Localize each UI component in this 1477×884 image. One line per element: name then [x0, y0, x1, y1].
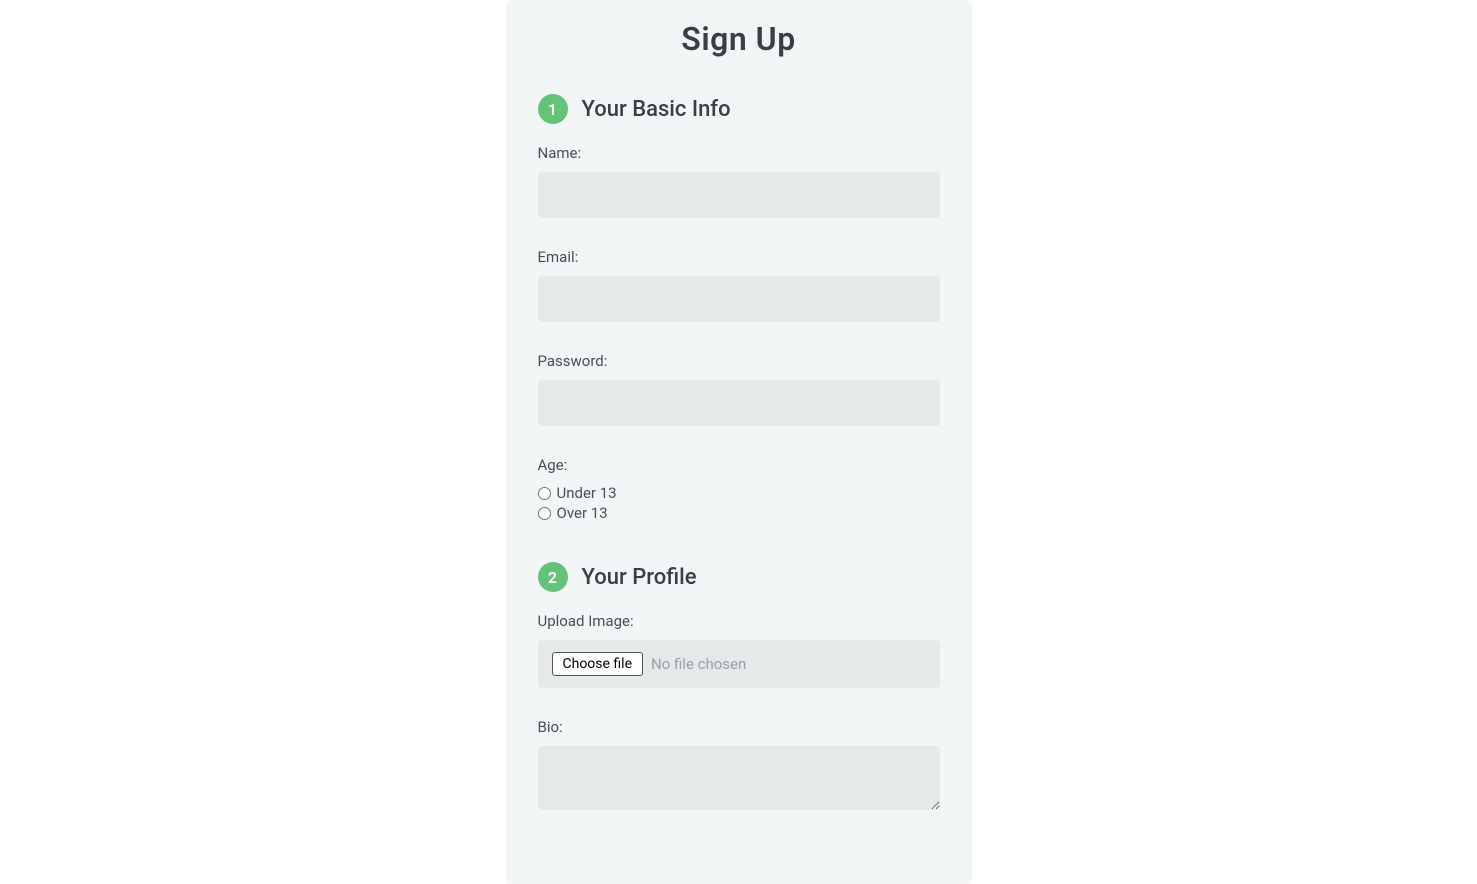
bio-label: Bio: [538, 718, 940, 736]
age-over-radio[interactable] [538, 507, 551, 520]
age-under-row: Under 13 [538, 484, 940, 502]
email-label: Email: [538, 248, 940, 266]
bio-field-group: Bio: [538, 718, 940, 814]
email-input[interactable] [538, 276, 940, 322]
age-field-group: Age: Under 13 Over 13 [538, 456, 940, 522]
choose-file-button[interactable]: Choose file [552, 652, 644, 676]
name-label: Name: [538, 144, 940, 162]
section-profile-header: 2 Your Profile [538, 562, 940, 592]
password-label: Password: [538, 352, 940, 370]
section-basic-header: 1 Your Basic Info [538, 94, 940, 124]
file-status-text: No file chosen [651, 655, 746, 673]
name-field-group: Name: [538, 144, 940, 218]
age-label: Age: [538, 456, 940, 474]
name-input[interactable] [538, 172, 940, 218]
file-input-wrapper[interactable]: Choose file No file chosen [538, 640, 940, 688]
age-over-row: Over 13 [538, 504, 940, 522]
upload-label: Upload Image: [538, 612, 940, 630]
bio-textarea[interactable] [538, 746, 940, 810]
password-input[interactable] [538, 380, 940, 426]
page-title: Sign Up [538, 20, 940, 58]
age-under-label: Under 13 [557, 484, 617, 502]
section-profile-title: Your Profile [582, 565, 697, 590]
password-field-group: Password: [538, 352, 940, 426]
section-number-icon: 1 [538, 94, 568, 124]
age-over-label: Over 13 [557, 504, 608, 522]
email-field-group: Email: [538, 248, 940, 322]
section-number-icon: 2 [538, 562, 568, 592]
upload-field-group: Upload Image: Choose file No file chosen [538, 612, 940, 688]
signup-form: Sign Up 1 Your Basic Info Name: Email: P… [506, 0, 972, 884]
age-under-radio[interactable] [538, 487, 551, 500]
section-basic-title: Your Basic Info [582, 97, 731, 122]
